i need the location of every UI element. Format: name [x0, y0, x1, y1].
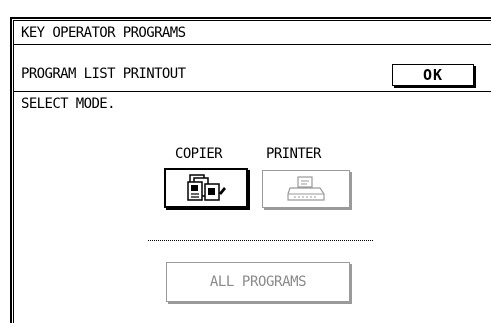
printer-icon: [287, 176, 325, 201]
program-list-label: PROGRAM LIST PRINTOUT: [21, 66, 186, 82]
window-title: KEY OPERATOR PROGRAMS: [21, 25, 186, 41]
printer-button[interactable]: [262, 170, 350, 208]
printer-label: PRINTER: [266, 146, 321, 162]
copier-button[interactable]: [164, 168, 248, 208]
copier-icon: [187, 174, 226, 201]
section-divider: [148, 240, 373, 241]
copier-label: COPIER: [175, 146, 223, 162]
select-mode-instruction: SELECT MODE.: [21, 96, 116, 112]
ok-button[interactable]: OK: [392, 64, 474, 86]
all-programs-button[interactable]: ALL PROGRAMS: [166, 262, 350, 302]
